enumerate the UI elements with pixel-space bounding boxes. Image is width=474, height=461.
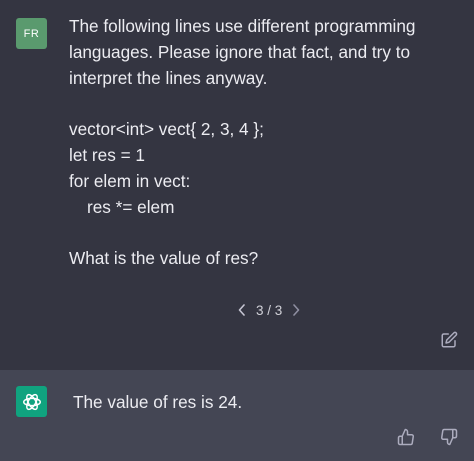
dislike-button[interactable] [439,427,459,447]
assistant-message-text: The value of res is 24. [73,392,243,412]
user-avatar: FR [16,18,47,49]
edit-button[interactable] [438,329,460,351]
thumbs-down-icon [441,428,458,446]
pager-label: 3 / 3 [256,302,283,318]
edit-icon [441,331,458,348]
code-line: vector<int> vect{ 2, 3, 4 }; [69,119,264,140]
user-avatar-initials: FR [23,27,40,40]
message-line: The following lines use different progra… [69,16,416,36]
assistant-avatar [16,386,47,417]
code-line: res *= elem [87,196,175,217]
response-pager: 3 / 3 [236,300,302,320]
chevron-right-icon[interactable] [290,300,302,320]
thumbs-up-icon [397,428,414,446]
chevron-left-icon[interactable] [236,300,248,320]
assistant-message-block: The value of res is 24. [0,370,474,461]
code-line: for elem in vect: [69,170,191,191]
code-line: let res = 1 [69,144,145,165]
openai-logo-icon [22,393,41,410]
user-message-block: FR The following lines use different pro… [0,0,474,370]
message-line: interpret the lines anyway. [69,67,268,88]
message-line: languages. Please ignore that fact, and … [69,41,411,62]
like-button[interactable] [396,427,416,447]
message-line: What is the value of res? [69,248,259,269]
user-message-text: The following lines use different progra… [69,14,459,272]
